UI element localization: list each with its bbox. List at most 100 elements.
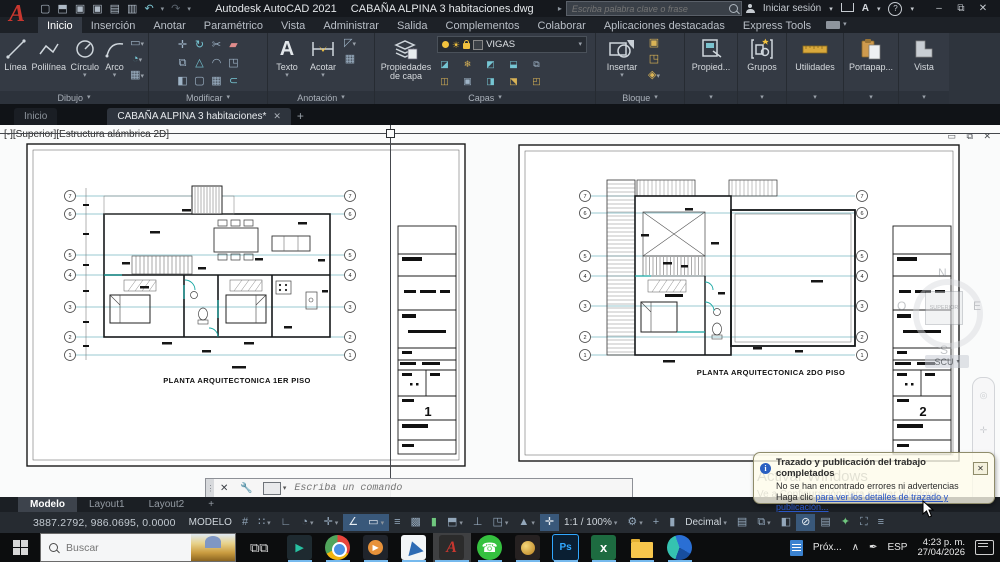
layout-tab-layout2[interactable]: Layout2 bbox=[137, 497, 197, 512]
taskbar-app-camtasia[interactable]: ▶ bbox=[281, 533, 319, 562]
help-icon[interactable]: ? bbox=[888, 1, 903, 16]
texto-button[interactable]: A Texto ▾ bbox=[272, 36, 302, 80]
hatch-tool-icon[interactable]: ▦▾ bbox=[130, 68, 144, 82]
layout-tab-layout1[interactable]: Layout1 bbox=[77, 497, 137, 512]
viewcube-west-label[interactable]: O bbox=[897, 299, 906, 313]
undo-caret-icon[interactable]: ▾ bbox=[161, 5, 165, 13]
offset-icon[interactable]: ⊂ bbox=[229, 74, 238, 88]
tab-complementos[interactable]: Complementos bbox=[437, 17, 529, 33]
plot-icon[interactable]: ▤ bbox=[110, 2, 120, 15]
annotation-monitor-toggle[interactable]: + bbox=[648, 514, 664, 531]
annotation-visibility-toggle[interactable]: ▲ ▾ bbox=[513, 514, 539, 531]
taskbar-app-easeus[interactable] bbox=[509, 533, 547, 562]
tray-document-icon[interactable] bbox=[789, 539, 803, 556]
arco-button[interactable]: Arco ▾ bbox=[103, 36, 126, 79]
user-icon[interactable] bbox=[745, 4, 755, 13]
command-customize-wrench-icon[interactable]: 🔧 bbox=[234, 483, 258, 494]
autoscale-toggle[interactable]: ✛ bbox=[539, 514, 560, 531]
layer-off-icon[interactable]: ◩ bbox=[486, 57, 495, 71]
ucs-selector[interactable]: SCU ▾ bbox=[925, 355, 969, 368]
tab-express-tools[interactable]: Express Tools bbox=[734, 17, 820, 33]
layer-freeze-icon[interactable]: ❄ bbox=[464, 57, 472, 71]
store-cart-icon[interactable] bbox=[840, 3, 854, 12]
language-indicator[interactable]: ESP bbox=[887, 542, 907, 553]
app-caret-icon[interactable]: ▾ bbox=[877, 5, 881, 13]
tab-colaborar[interactable]: Colaborar bbox=[529, 17, 595, 33]
viewcube-top-face[interactable]: SUPERIOR bbox=[925, 291, 963, 325]
grid-toggle[interactable]: # bbox=[237, 514, 253, 531]
dynamic-input-toggle[interactable]: ▭ ▾ bbox=[363, 514, 390, 531]
file-tab-inicio[interactable]: Inicio bbox=[14, 108, 58, 125]
infer-constraints-toggle[interactable]: ∟ bbox=[276, 514, 297, 531]
panel-label-utilidades[interactable]: ▾ bbox=[787, 91, 843, 104]
block-define-icon[interactable]: ◈▾ bbox=[648, 68, 660, 82]
viewcube-east-label[interactable]: E bbox=[973, 299, 981, 313]
close-button[interactable]: ✕ bbox=[972, 3, 994, 14]
tab-administrar[interactable]: Administrar bbox=[314, 17, 388, 33]
insertar-button[interactable]: Insertar ▾ bbox=[600, 36, 644, 79]
autodesk-app-icon[interactable]: A bbox=[862, 3, 869, 14]
portapapeles-button[interactable]: Portapap... bbox=[848, 36, 894, 72]
viewcube[interactable]: N S E O SUPERIOR bbox=[897, 266, 983, 359]
isolate-objects-button[interactable]: ⊘ bbox=[796, 514, 816, 531]
graphics-performance-toggle[interactable]: ◧ bbox=[776, 514, 796, 531]
taskbar-app-mediaplayer[interactable]: ▶ bbox=[357, 533, 395, 562]
task-view-button[interactable]: ⧉⧉ bbox=[250, 540, 269, 556]
panel-label-dibujo[interactable]: Dibujo ▾ bbox=[0, 91, 148, 104]
sign-in-caret-icon[interactable]: ▾ bbox=[829, 5, 833, 13]
acotar-button[interactable]: Acotar ▾ bbox=[306, 36, 340, 79]
panel-label-modificar[interactable]: Modificar ▾ bbox=[149, 91, 267, 104]
tab-anotar[interactable]: Anotar bbox=[144, 17, 194, 33]
taskbar-app-autocad[interactable]: A bbox=[432, 533, 471, 562]
panel-label-grupos[interactable]: ▾ bbox=[738, 91, 786, 104]
tab-salida[interactable]: Salida bbox=[388, 17, 437, 33]
grupos-button[interactable]: Grupos bbox=[742, 36, 782, 72]
command-input[interactable] bbox=[286, 482, 632, 495]
ellipse-tool-icon[interactable]: ◔▾ bbox=[132, 52, 142, 66]
file-tab-close-icon[interactable]: ✕ bbox=[273, 111, 281, 122]
taskbar-app-whatsapp[interactable]: ☎ bbox=[471, 533, 509, 562]
isodraft-toggle[interactable]: ✛ ▾ bbox=[319, 514, 344, 531]
copy-icon[interactable]: ⧉ bbox=[179, 56, 187, 70]
help-search-input[interactable] bbox=[569, 2, 729, 15]
taskbar-app-edge[interactable] bbox=[661, 533, 699, 562]
snap-toggle[interactable]: ∷ ▾ bbox=[253, 514, 276, 531]
taskbar-app-excel[interactable]: x bbox=[585, 533, 623, 562]
customization-menu-button[interactable]: ≡ bbox=[873, 514, 889, 531]
lock-ui-button[interactable]: ⧉ ▾ bbox=[752, 514, 775, 531]
utilidades-button[interactable]: Utilidades bbox=[791, 36, 839, 72]
move-icon[interactable]: ✛ bbox=[178, 38, 187, 52]
tray-document-label[interactable]: Próx... bbox=[813, 542, 842, 553]
trim-icon[interactable]: ✂ bbox=[212, 38, 221, 52]
panel-label-bloque[interactable]: Bloque ▾ bbox=[596, 91, 684, 104]
linea-button[interactable]: Línea bbox=[4, 36, 27, 72]
units-selector[interactable]: Decimal ▾ bbox=[680, 514, 732, 531]
taskbar-app-explorer[interactable] bbox=[623, 533, 661, 562]
layer-lock-icon[interactable]: ⬓ bbox=[509, 57, 518, 71]
stretch-icon[interactable]: ◧ bbox=[177, 74, 187, 88]
command-line[interactable]: ⋮ ✕ 🔧 ▾ bbox=[205, 478, 633, 499]
rotate-icon[interactable]: ↻ bbox=[195, 38, 204, 52]
fillet-icon[interactable]: ◠ bbox=[212, 56, 222, 70]
toast-close-button[interactable]: ✕ bbox=[973, 461, 988, 475]
tab-parametrico[interactable]: Paramétrico bbox=[195, 17, 272, 33]
start-button[interactable] bbox=[0, 533, 40, 562]
search-highlight-image[interactable] bbox=[191, 534, 235, 561]
new-drawing-tab-button[interactable]: + bbox=[297, 109, 304, 125]
propiedades-de-capa-button[interactable]: Propiedades de capa bbox=[379, 36, 433, 81]
array-icon[interactable]: ▦ bbox=[211, 74, 221, 88]
block-edit-icon[interactable]: ▣ bbox=[649, 36, 659, 50]
dynamic-ucs-toggle[interactable]: ◔ ▾ bbox=[296, 514, 318, 531]
publish-icon[interactable]: ▥ bbox=[127, 2, 137, 15]
clean-screen-button[interactable]: ⛶ bbox=[855, 514, 873, 531]
polilinea-button[interactable]: Polilínea bbox=[31, 36, 66, 72]
tray-chevron-icon[interactable]: ∧ bbox=[852, 542, 859, 553]
taskbar-app-chrome[interactable] bbox=[319, 533, 357, 562]
table-tool-icon[interactable]: ▦ bbox=[345, 52, 355, 66]
tab-vista[interactable]: Vista bbox=[272, 17, 314, 33]
steering-wheel-icon[interactable]: ◎ bbox=[980, 390, 988, 401]
layer-merge-icon[interactable]: ◨ bbox=[486, 74, 495, 88]
plot-status-icon[interactable]: ▤ bbox=[815, 514, 835, 531]
save-icon[interactable]: ▣ bbox=[75, 2, 85, 15]
taskbar-clock[interactable]: 4:23 p. m. 27/04/2026 bbox=[917, 537, 965, 558]
